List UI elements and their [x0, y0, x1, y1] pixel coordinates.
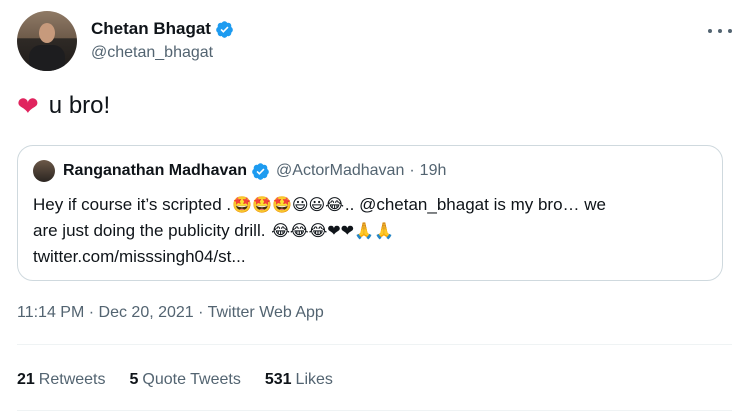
- likes-label: Likes: [295, 371, 333, 388]
- tweet-author: Chetan Bhagat @chetan_bhagat: [17, 11, 732, 73]
- author-handle[interactable]: @chetan_bhagat: [91, 44, 213, 62]
- separator-dot: ·: [409, 162, 415, 179]
- quoted-author-handle: @ActorMadhavan: [276, 162, 405, 179]
- author-name[interactable]: Chetan Bhagat: [91, 19, 211, 39]
- quote-tweets-label: Quote Tweets: [142, 371, 241, 388]
- quoted-line-1-text: Hey if course it’s scripted .: [33, 195, 232, 214]
- author-name-row[interactable]: Chetan Bhagat: [91, 19, 234, 39]
- author-avatar[interactable]: [17, 11, 77, 71]
- quote-tweets-stat[interactable]: 5 Quote Tweets: [130, 371, 241, 389]
- retweets-count: 21: [17, 371, 35, 388]
- tweet-text: ❤ u bro!: [17, 92, 110, 120]
- verified-badge-icon: [252, 162, 269, 180]
- quoted-line-2-text: are just doing the publicity drill.: [33, 221, 271, 240]
- verified-badge-icon: [216, 20, 233, 38]
- avatar-shirt: [29, 45, 65, 71]
- dot: [718, 29, 722, 33]
- dot: [708, 29, 712, 33]
- retweets-stat[interactable]: 21 Retweets: [17, 371, 106, 389]
- avatar-head: [39, 23, 55, 43]
- retweets-label: Retweets: [38, 371, 106, 388]
- likes-count: 531: [264, 371, 292, 388]
- quoted-line-2: are just doing the publicity drill. 😂😂😂❤…: [33, 218, 713, 244]
- emoji-group: 😂😂😂❤❤🙏🙏: [271, 223, 394, 240]
- divider: [17, 410, 732, 411]
- quoted-tweet[interactable]: Ranganathan Madhavan @ActorMadhavan · 19…: [17, 145, 723, 281]
- tweet-body: u bro!: [48, 92, 111, 119]
- quoted-tweet-header: Ranganathan Madhavan @ActorMadhavan · 19…: [33, 160, 446, 182]
- quoted-line-1: Hey if course it’s scripted .🤩🤩🤩😃😃😂.. @c…: [33, 192, 713, 218]
- divider: [17, 344, 732, 345]
- likes-stat[interactable]: 531 Likes: [265, 371, 333, 389]
- heart-emoji: ❤: [17, 91, 39, 121]
- quoted-tweet-time: 19h: [419, 162, 447, 179]
- more-options-icon[interactable]: [708, 23, 732, 39]
- quote-tweets-count: 5: [129, 371, 139, 388]
- quoted-author-name: Ranganathan Madhavan: [63, 162, 248, 179]
- quoted-author-avatar: [33, 160, 55, 182]
- quoted-link[interactable]: twitter.com/misssingh04/st...: [33, 244, 713, 269]
- tweet-meta[interactable]: 11:14 PM · Dec 20, 2021 · Twitter Web Ap…: [17, 304, 324, 322]
- engagement-stats: 21 Retweets 5 Quote Tweets 531 Likes: [17, 371, 333, 389]
- emoji-group: 🤩🤩🤩😃😃😂: [232, 197, 344, 214]
- dot: [728, 29, 732, 33]
- quoted-line-1-text-end: .. @chetan_bhagat is my bro… we: [344, 195, 606, 214]
- quoted-tweet-body: Hey if course it’s scripted .🤩🤩🤩😃😃😂.. @c…: [33, 192, 713, 269]
